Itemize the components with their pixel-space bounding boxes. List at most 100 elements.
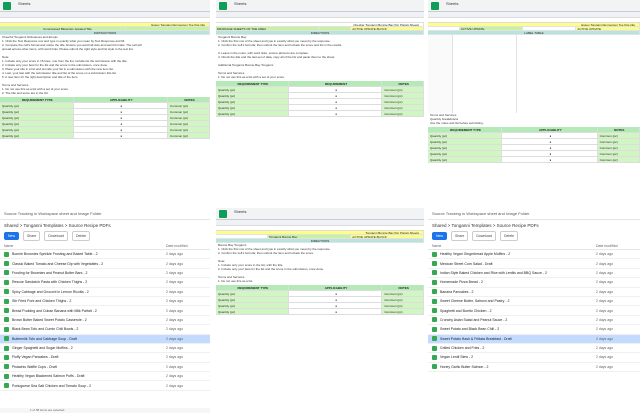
file-row[interactable]: Classic Baked Tomato and Cheese Dip with… bbox=[0, 259, 210, 269]
sheet-title[interactable]: Checker Tonganni Bonnie Bay Per Pistols … bbox=[216, 23, 424, 26]
file-row[interactable]: Pistachio Waffle Cups - Draft 2 days ago bbox=[0, 363, 210, 373]
file-row[interactable]: Ginger Spaghetti and Sugar Muffins - 2 2 … bbox=[0, 344, 210, 354]
table-cell[interactable]: Common (pc) bbox=[597, 133, 640, 138]
table-cell[interactable]: ● bbox=[502, 157, 598, 162]
file-row[interactable]: Brown Butter Baked Sweet Potato Casserol… bbox=[0, 316, 210, 326]
section-label[interactable]: DIRECTIONS bbox=[216, 31, 424, 34]
download-button[interactable]: Download bbox=[472, 231, 496, 241]
table-cell[interactable]: ● bbox=[74, 127, 168, 132]
sheet-grid[interactable]: Essex Tonganni Emmerson Toe Kite title C… bbox=[0, 23, 210, 139]
table-cell[interactable]: Quantity (pc) bbox=[428, 145, 503, 150]
table-cell[interactable]: Quantity (pc) bbox=[216, 87, 289, 92]
table-cell[interactable]: Common (pc) bbox=[382, 105, 424, 110]
sheet-title[interactable]: Essex Tonganni Emmerson Toe Kite title bbox=[428, 23, 640, 26]
modified-column-header[interactable]: Date modified bbox=[166, 244, 206, 248]
new-button[interactable]: New bbox=[4, 232, 20, 240]
table-cell[interactable]: Common (pc) bbox=[382, 297, 424, 302]
header-cell[interactable] bbox=[126, 27, 168, 30]
table-cell[interactable]: Quantity (pc) bbox=[0, 127, 74, 132]
table-cell[interactable]: Common (pc) bbox=[382, 99, 424, 104]
table-cell[interactable]: Common (pc) bbox=[382, 87, 424, 92]
table-cell[interactable]: Common (pc) bbox=[382, 111, 424, 116]
table-cell[interactable]: Quantity (pc) bbox=[428, 157, 503, 162]
header-cell[interactable] bbox=[428, 27, 460, 30]
header-cell[interactable]: ACTIVE UPDATE bbox=[576, 27, 640, 30]
table-cell[interactable]: Common (pc) bbox=[382, 303, 424, 308]
file-row[interactable]: Banana Pancakes - 2 2 days ago bbox=[428, 288, 640, 297]
table-cell[interactable]: Common (pc) bbox=[382, 291, 424, 296]
sheet-title[interactable]: Tonganni Bonnie Bay Per Pistols Sheets bbox=[216, 231, 424, 234]
name-column-header[interactable]: Name bbox=[4, 244, 166, 248]
table-cell[interactable]: Quantity (pc) bbox=[216, 93, 289, 98]
file-row[interactable]: Sweet Cheese Butter, Salmon and Pastry -… bbox=[428, 297, 640, 307]
table-cell[interactable]: Quantity (pc) bbox=[216, 99, 289, 104]
table-cell[interactable]: ● bbox=[74, 109, 168, 114]
delete-button[interactable]: Delete bbox=[499, 231, 519, 241]
file-row[interactable]: Rescue Sandwich Pasta with Chicken Thigh… bbox=[0, 278, 210, 288]
table-cell[interactable]: ● bbox=[289, 309, 383, 314]
table-cell[interactable]: ● bbox=[289, 87, 383, 92]
table-cell[interactable]: Quantity (pc) bbox=[216, 309, 289, 314]
file-row[interactable]: Indian Style Baked Chicken and Rice with… bbox=[428, 269, 640, 279]
file-row[interactable]: Bonnie Brownies Sprinkle Frosting and Ba… bbox=[0, 250, 210, 260]
breadcrumb[interactable]: Shared > Tonganni Templates > Source Rec… bbox=[0, 220, 210, 230]
file-row[interactable]: Healthy Vegan Blackened Salmon Puffs - D… bbox=[0, 372, 210, 382]
table-cell[interactable]: Quantity (pc) bbox=[0, 121, 74, 126]
table-cell[interactable]: Quantity (pc) bbox=[428, 133, 503, 138]
share-button[interactable]: Share bbox=[451, 231, 469, 241]
table-cell[interactable]: ● bbox=[74, 115, 168, 120]
large-grid-area[interactable] bbox=[428, 35, 640, 113]
table-cell[interactable]: Quantity (pc) bbox=[216, 291, 289, 296]
table-cell[interactable]: Common (pc) bbox=[597, 145, 640, 150]
table-cell[interactable]: Quantity (pc) bbox=[0, 109, 74, 114]
file-row[interactable]: Bread Pudding and Cuban Banana with Milk… bbox=[0, 306, 210, 316]
table-cell[interactable]: Common (pc) bbox=[382, 309, 424, 314]
table-cell[interactable]: Quantity (pc) bbox=[0, 103, 74, 108]
table-cell[interactable]: Common (pc) bbox=[168, 133, 210, 138]
table-cell[interactable]: ● bbox=[289, 297, 383, 302]
table-cell[interactable]: Common (pc) bbox=[168, 121, 210, 126]
file-row[interactable]: Grilled Chicken and Fries - 2 2 days ago bbox=[428, 344, 640, 354]
table-cell[interactable]: Quantity (pc) bbox=[216, 105, 289, 110]
sheet-grid[interactable]: Tonganni Bonnie Bay Per Pistols Sheets T… bbox=[216, 231, 424, 315]
header-cell[interactable]: ACTIVE UPDATE bbox=[459, 27, 524, 30]
file-row[interactable]: Spaghetti and Burrito Chicken - 2 2 days … bbox=[428, 306, 640, 316]
table-cell[interactable]: ● bbox=[502, 139, 598, 144]
table-cell[interactable]: Quantity (pc) bbox=[216, 111, 289, 116]
table-cell[interactable]: Common (pc) bbox=[168, 115, 210, 120]
file-row[interactable]: Sweet Potato and Black Bean Chili - 2 2 d… bbox=[428, 325, 640, 335]
breadcrumb[interactable]: Shared > Tonganni Templates > Source Rec… bbox=[428, 220, 640, 230]
sheet-title[interactable]: Essex Tonganni Emmerson Toe Kite title bbox=[0, 23, 210, 26]
file-row[interactable]: Portuguese Sea Salt Chicken and Tomato S… bbox=[0, 381, 210, 391]
new-button[interactable]: New bbox=[432, 232, 448, 240]
table-cell[interactable]: ● bbox=[74, 133, 168, 138]
header-cell[interactable]: ACTIVE UPDATE BLOCK bbox=[351, 27, 424, 30]
sheet-grid[interactable]: Checker Tonganni Bonnie Bay Per Pistols … bbox=[216, 23, 424, 117]
file-row[interactable]: Buttermilk Tofu and Cabbage Soup - Draft… bbox=[0, 334, 210, 344]
header-cell[interactable] bbox=[0, 27, 42, 30]
modified-column-header[interactable]: Date modified bbox=[596, 244, 636, 248]
header-cell[interactable] bbox=[216, 235, 268, 238]
table-cell[interactable]: Common (pc) bbox=[168, 127, 210, 132]
file-row[interactable]: Spicy Cabbage and Gnocchi in Lemon Ricot… bbox=[0, 288, 210, 297]
table-cell[interactable]: Quantity (pc) bbox=[428, 139, 503, 144]
file-row[interactable]: Honey Garlic Butter Salmon - 2 2 days ago bbox=[428, 363, 640, 373]
header-cell[interactable] bbox=[168, 27, 210, 30]
table-cell[interactable]: ● bbox=[74, 103, 168, 108]
header-cell[interactable]: ACTIVE UPDATE BLOCK bbox=[351, 235, 424, 238]
table-cell[interactable]: Common (pc) bbox=[597, 157, 640, 162]
table-cell[interactable]: ● bbox=[502, 145, 598, 150]
table-cell[interactable]: Quantity (pc) bbox=[0, 133, 74, 138]
file-row[interactable]: Frosting for Brownies and Peanut Butter … bbox=[0, 269, 210, 279]
file-row[interactable]: Sweet Potato Hash & Frittata Breakfast -… bbox=[428, 334, 640, 344]
file-row[interactable]: Mexican Street Corn Salad - Draft 2 days … bbox=[428, 259, 640, 269]
table-row[interactable]: Quantity (pc) ● Common (pc) bbox=[428, 157, 640, 163]
table-row[interactable]: Quantity (pc) ● Common (pc) bbox=[216, 111, 424, 117]
header-cell[interactable] bbox=[320, 27, 352, 30]
table-cell[interactable]: ● bbox=[289, 93, 383, 98]
table-row[interactable]: Quantity (pc) ● Common (pc) bbox=[216, 309, 424, 315]
header-cell[interactable]: DRAINAGE SHEETS OF THE AREA bbox=[216, 27, 320, 30]
table-cell[interactable]: ● bbox=[502, 133, 598, 138]
table-cell[interactable]: ● bbox=[289, 111, 383, 116]
table-cell[interactable]: Quantity (pc) bbox=[428, 151, 503, 156]
